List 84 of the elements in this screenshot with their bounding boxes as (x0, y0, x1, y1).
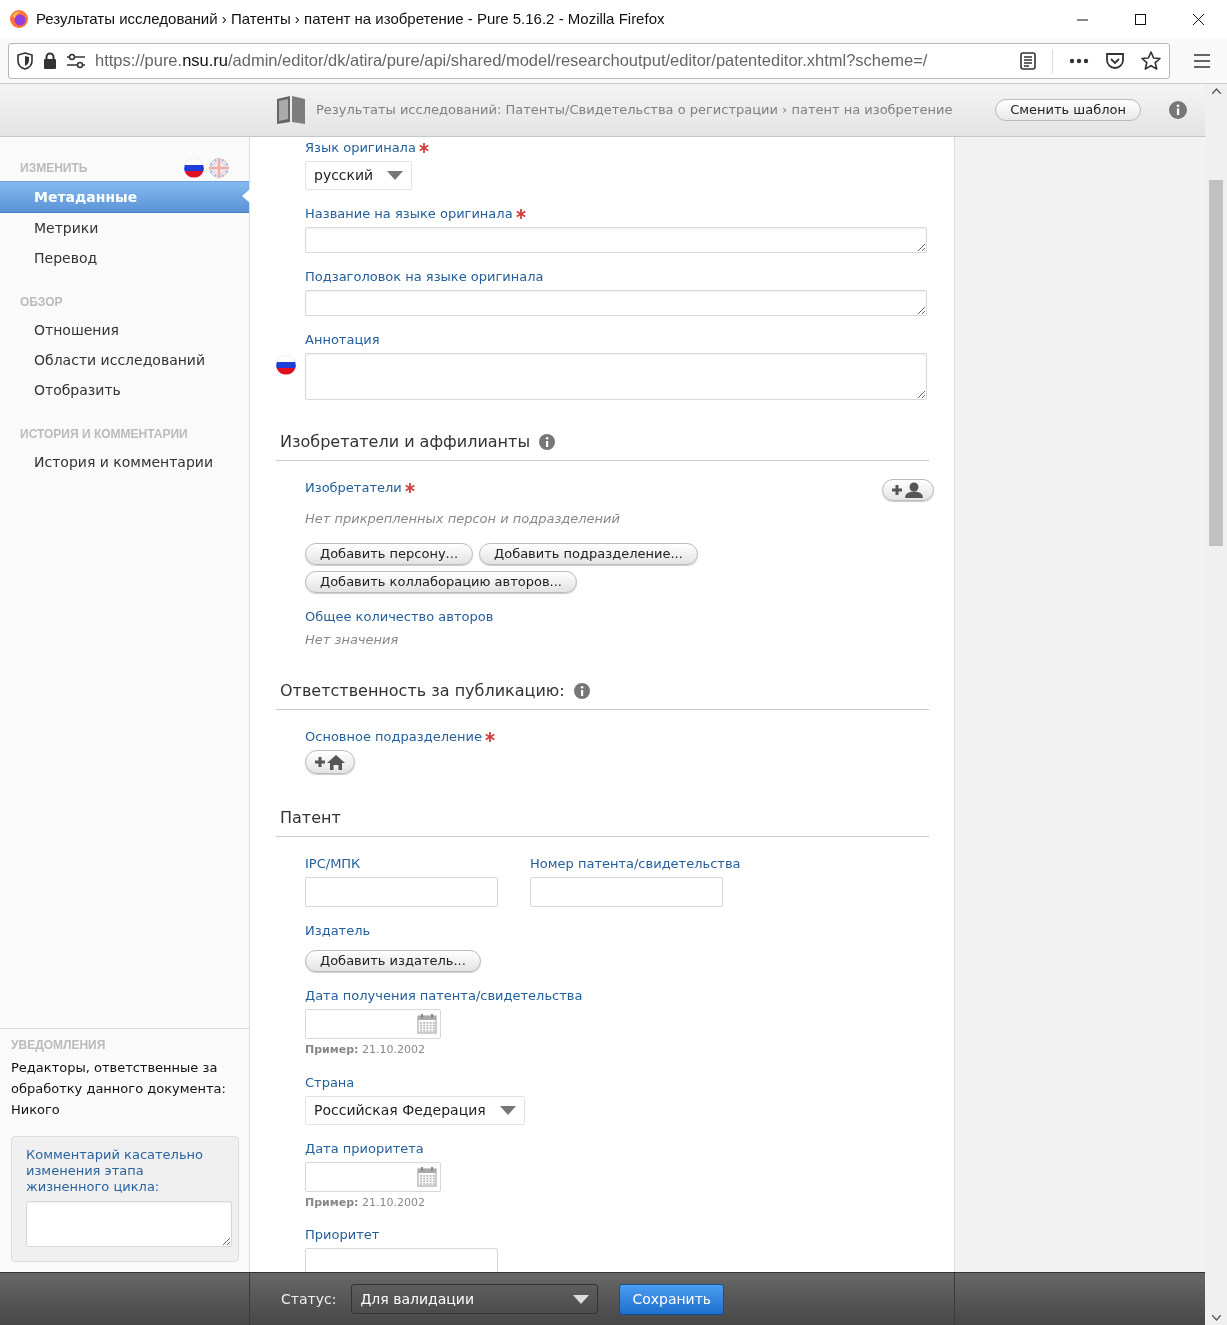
date-field[interactable] (305, 1161, 441, 1192)
scroll-up-icon[interactable] (1211, 88, 1221, 94)
change-template-button[interactable]: Сменить шаблон (995, 99, 1141, 121)
field-label: Издатель (305, 922, 371, 940)
sidebar-item[interactable]: История и комментарии (0, 447, 249, 477)
comment-label: Комментарий касательно изменения этапа жизненного цикла: (26, 1147, 205, 1195)
add-button[interactable]: Добавить персону... (305, 542, 473, 565)
status-dropdown[interactable]: Для валидации (351, 1284, 599, 1314)
field-label: Язык оригинала (305, 139, 416, 157)
calendar-icon (417, 1014, 437, 1034)
date-format-hint: Пример: 21.10.2002 (305, 1042, 426, 1058)
section-heading: ИСТОРИЯ И КОММЕНТАРИИ (20, 426, 188, 443)
comment-field[interactable] (26, 1201, 232, 1247)
section-title: Ответственность за публикацию: (280, 680, 565, 702)
notification-text: Редакторы, ответственные за обработку данного документа: (11, 1059, 227, 1098)
field-label: IPC/МПК (305, 855, 361, 873)
save-button[interactable]: Сохранить (619, 1283, 725, 1315)
section-title: Изобретатели и аффилианты (280, 431, 531, 453)
permissions-icon (67, 52, 85, 69)
add-organisation-button[interactable] (305, 750, 355, 774)
url-text: https://pure.nsu.ru/admin/editor/dk/atira/pure/api/shared/model/researchoutput/editor/patenteditor.xhtml?scheme=/ (95, 50, 928, 72)
text-field[interactable] (305, 1248, 498, 1272)
scrollbar-thumb[interactable] (1209, 180, 1223, 546)
field-label: Название на языке оригинала (305, 205, 513, 223)
field-label: Страна (305, 1073, 355, 1092)
caret-icon (387, 171, 404, 180)
add-button[interactable]: Добавить коллаборацию авторов... (305, 570, 577, 593)
scroll-down-icon[interactable] (1211, 1315, 1221, 1321)
breadcrumb: Результаты исследований: Патенты/Свидетельства о регистрации › патент на изобретение (316, 101, 953, 120)
sidebar-item[interactable]: Отношения (0, 315, 249, 345)
dropdown[interactable]: Российская Федерация (305, 1095, 525, 1125)
plus-person-icon (892, 482, 924, 498)
empty-state-text: Нет прикрепленных персон и подразделений (305, 510, 621, 528)
sidebar-item[interactable]: Области исследований (0, 345, 249, 375)
sidebar-item[interactable]: Метрики (0, 213, 249, 243)
section-heading: ОБЗОР (20, 294, 63, 311)
field-label: Дата приоритета (305, 1139, 424, 1158)
section-title: Патент (280, 807, 341, 829)
date-field[interactable] (305, 1009, 441, 1039)
reader-view-icon[interactable] (1020, 51, 1036, 70)
caret-icon (573, 1294, 590, 1304)
text-field[interactable] (305, 290, 927, 316)
flag-icon[interactable] (184, 158, 204, 178)
notification-value: Никого (11, 1101, 61, 1119)
shield-icon (17, 51, 33, 70)
pocket-icon[interactable] (1105, 51, 1125, 70)
sidebar-item[interactable]: Перевод (0, 243, 249, 273)
text-field[interactable] (305, 353, 927, 400)
text-field[interactable] (305, 877, 498, 907)
field-label: Номер патента/свидетельства (530, 855, 741, 873)
add-publisher-button[interactable]: Добавить издатель... (305, 950, 481, 972)
section-heading: ИЗМЕНИТЬ (20, 160, 88, 177)
status-label: Статус: (281, 1289, 337, 1309)
address-bar[interactable]: https://pure.nsu.ru/admin/editor/dk/atira/pure/api/shared/model/researchoutput/editor/patenteditor.xhtml?scheme=/ (8, 42, 1170, 79)
field-label: Изобретатели (305, 479, 402, 497)
more-icon[interactable] (1069, 57, 1089, 64)
field-label: Дата получения патента/свидетельства (305, 987, 583, 1005)
calendar-icon (417, 1166, 437, 1187)
menu-icon[interactable] (1194, 53, 1210, 68)
caret-icon (499, 1105, 516, 1115)
close-icon[interactable] (1192, 13, 1204, 25)
book-icon (276, 95, 306, 125)
text-field[interactable] (530, 877, 723, 907)
field-label: Аннотация (305, 331, 380, 349)
scrollbar[interactable] (1205, 84, 1227, 1325)
lock-icon (43, 52, 57, 69)
field-label: Подзаголовок на языке оригинала (305, 268, 544, 286)
field-label: Общее количество авторов (305, 607, 494, 626)
window-title: Результаты исследований › Патенты › патент на изобретение - Pure 5.16.2 - Mozilla Firefox (36, 8, 665, 29)
maximize-icon[interactable] (1134, 13, 1146, 25)
add-person-button[interactable] (882, 479, 934, 501)
empty-value-text: Нет значения (305, 630, 400, 649)
sidebar-item[interactable]: Отобразить (0, 375, 249, 405)
firefox-logo-icon (10, 10, 28, 28)
text-field[interactable] (305, 227, 927, 253)
section-heading: УВЕДОМЛЕНИЯ (11, 1037, 106, 1054)
add-button[interactable]: Добавить подразделение... (479, 542, 698, 565)
field-label: Основное подразделение (305, 728, 482, 746)
dropdown[interactable]: русский (305, 161, 413, 190)
info-icon[interactable] (1169, 101, 1187, 119)
date-format-hint: Пример: 21.10.2002 (305, 1194, 426, 1211)
field-label: Приоритет (305, 1226, 380, 1244)
star-icon[interactable] (1141, 51, 1161, 70)
plus-house-icon (315, 754, 345, 770)
